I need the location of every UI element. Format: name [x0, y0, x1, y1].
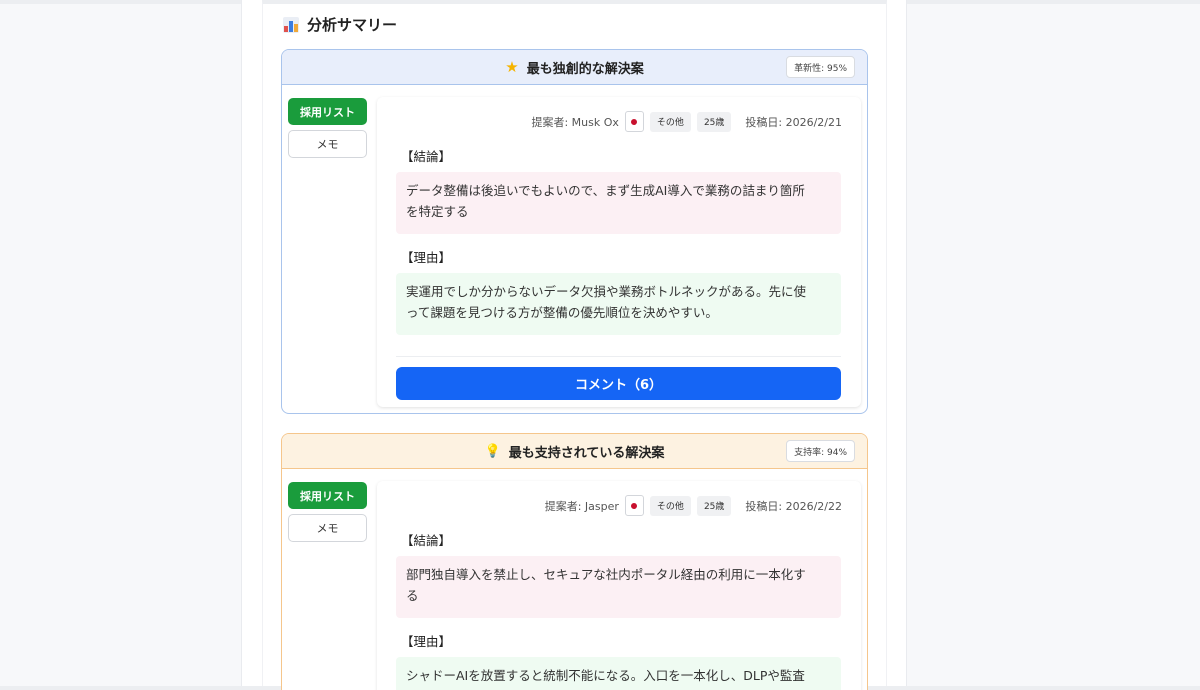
conclusion-label: 【結論】: [401, 533, 452, 548]
reason-line: 実運用でしか分からないデータ欠損や業務ボトルネックがある。先に使: [406, 284, 807, 299]
post-date: 投稿日: 2026/2/21: [745, 115, 842, 129]
card-actions: 採用リスト メモ: [288, 98, 367, 158]
conclusion-line: 部門独自導入を禁止し、セキュアな社内ポータル経由の利用に一本化す: [406, 567, 806, 582]
proposal-meta: 提案者: Musk Ox その他 25歳 投稿日: 2026/2/21: [531, 111, 842, 132]
conclusion-box: データ整備は後追いでもよいので、まず生成AI導入で業務の詰まり箇所 を特定する: [396, 172, 841, 234]
lightbulb-icon: 💡: [484, 443, 501, 459]
age-chip: 25歳: [696, 111, 732, 132]
reason-line: シャドーAIを放置すると統制不能になる。入口を一本化し、DLPや監査: [406, 668, 805, 683]
japan-flag-icon: [624, 111, 644, 132]
conclusion-box: 部門独自導入を禁止し、セキュアな社内ポータル経由の利用に一本化す る: [396, 556, 841, 618]
category-chip: その他: [649, 495, 691, 516]
summary-title: 分析サマリー: [307, 16, 398, 34]
most-supported-card: 💡 最も支持されている解決案 支持率: 94% 採用リスト メモ 提案者: Ja…: [281, 433, 868, 690]
divider: [396, 356, 841, 357]
japan-flag-icon: [624, 495, 644, 516]
summary-section: 分析サマリー ★ 最も独創的な解決案 革新性: 95% 採用リスト メモ 提案者…: [241, 0, 907, 690]
card-header: ★ 最も独創的な解決案 革新性: 95%: [282, 50, 867, 85]
proposer: 提案者: Musk Ox: [531, 115, 619, 129]
adopt-list-button[interactable]: 採用リスト: [288, 98, 367, 125]
comments-button[interactable]: コメント（6）: [396, 367, 841, 400]
conclusion-line: データ整備は後追いでもよいので、まず生成AI導入で業務の詰まり箇所: [406, 183, 805, 198]
support-badge: 支持率: 94%: [786, 440, 855, 462]
card-header: 💡 最も支持されている解決案 支持率: 94%: [282, 434, 867, 469]
proposer: 提案者: Jasper: [544, 499, 619, 513]
conclusion-line: を特定する: [406, 204, 469, 219]
star-icon: ★: [505, 58, 519, 76]
conclusion-line: る: [406, 588, 419, 603]
reason-box: シャドーAIを放置すると統制不能になる。入口を一本化し、DLPや監査: [396, 657, 841, 690]
reason-label: 【理由】: [401, 634, 452, 649]
card-title: 最も独創的な解決案: [526, 61, 644, 77]
innovation-badge: 革新性: 95%: [786, 56, 855, 78]
memo-button[interactable]: メモ: [288, 130, 367, 158]
reason-box: 実運用でしか分からないデータ欠損や業務ボトルネックがある。先に使 って課題を見つ…: [396, 273, 841, 335]
card-title: 最も支持されている解決案: [508, 445, 665, 461]
age-chip: 25歳: [696, 495, 732, 516]
conclusion-label: 【結論】: [401, 149, 452, 164]
reason-line: って課題を見つける方が整備の優先順位を決めやすい。: [406, 305, 718, 320]
post-date: 投稿日: 2026/2/22: [745, 499, 842, 513]
category-chip: その他: [649, 111, 691, 132]
memo-button[interactable]: メモ: [288, 514, 367, 542]
adopt-list-button[interactable]: 採用リスト: [288, 482, 367, 509]
proposal-meta: 提案者: Jasper その他 25歳 投稿日: 2026/2/22: [545, 495, 842, 516]
most-original-card: ★ 最も独創的な解決案 革新性: 95% 採用リスト メモ 提案者: Musk …: [281, 49, 868, 414]
proposal-body: 提案者: Jasper その他 25歳 投稿日: 2026/2/22 【結論】 …: [377, 481, 861, 690]
bar-chart-icon: [283, 16, 299, 33]
reason-label: 【理由】: [401, 250, 452, 265]
proposal-body: 提案者: Musk Ox その他 25歳 投稿日: 2026/2/21 【結論】…: [377, 97, 861, 407]
summary-heading: 分析サマリー: [283, 14, 397, 35]
card-actions: 採用リスト メモ: [288, 482, 367, 542]
